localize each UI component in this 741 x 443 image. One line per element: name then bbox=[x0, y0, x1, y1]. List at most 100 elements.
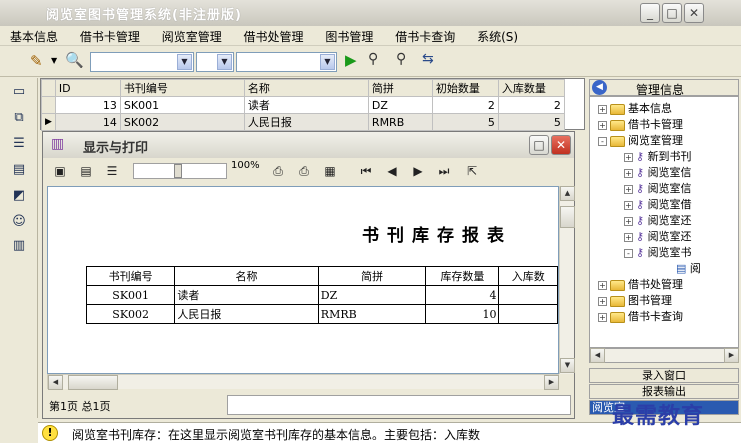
minimize-button[interactable]: _ bbox=[640, 3, 660, 23]
tree-node-card-query[interactable]: + 借书卡查询 bbox=[598, 309, 683, 325]
tree-node-room-info-2[interactable]: + ⚷ 阅览室信 bbox=[624, 181, 692, 197]
expand-icon[interactable]: + bbox=[598, 120, 607, 130]
col-header-in-qty[interactable]: 入库数量 bbox=[497, 79, 565, 97]
tree-node-lending[interactable]: + 借书处管理 bbox=[598, 277, 683, 293]
col-header-id[interactable]: ID bbox=[54, 79, 121, 97]
chevron-down-icon[interactable]: ▼ bbox=[177, 54, 192, 70]
expand-icon[interactable]: + bbox=[598, 296, 607, 306]
expand-icon[interactable]: + bbox=[624, 168, 633, 178]
tree-node-room-borrow[interactable]: + ⚷ 阅览室借 bbox=[624, 197, 692, 213]
expand-icon[interactable]: + bbox=[624, 200, 633, 210]
trash-icon[interactable]: ▥ bbox=[10, 238, 28, 254]
preview-icon[interactable]: ▤ bbox=[77, 163, 95, 180]
col-header-init-qty[interactable]: 初始数量 bbox=[431, 79, 499, 97]
tree-node-book-mgmt[interactable]: + 图书管理 bbox=[598, 293, 672, 309]
col-header-pinyin[interactable]: 简拼 bbox=[367, 79, 433, 97]
report-horizontal-scrollbar[interactable]: ◀ ▶ bbox=[47, 374, 559, 390]
page-view-icon[interactable]: ▣ bbox=[51, 163, 69, 180]
zoom-slider-thumb[interactable] bbox=[174, 164, 182, 178]
table-row[interactable]: 13 SK001 读者 DZ 2 2 bbox=[41, 96, 565, 114]
dialog-titlebar: ▥ 显示与打印 □ ✕ bbox=[43, 132, 574, 158]
current-row-indicator-icon: ▶ bbox=[41, 113, 56, 131]
run-query-icon[interactable]: ▶ bbox=[345, 51, 357, 69]
expand-icon[interactable]: + bbox=[598, 280, 607, 290]
menu-reading-room[interactable]: 阅览室管理 bbox=[152, 26, 230, 45]
info-icon: ! bbox=[42, 425, 58, 441]
scroll-left-icon[interactable]: ◀ bbox=[590, 348, 605, 363]
print-setup-icon[interactable]: ⎙ bbox=[269, 163, 287, 180]
zoom-slider[interactable] bbox=[133, 163, 227, 179]
tree-node-room-return-2[interactable]: + ⚷ 阅览室还 bbox=[624, 229, 692, 245]
tree-node-card-mgmt[interactable]: + 借书卡管理 bbox=[598, 117, 683, 133]
users-icon[interactable]: ☺ bbox=[10, 214, 28, 230]
window-icon[interactable]: ▭ bbox=[10, 84, 28, 100]
tree-node-room-return-1[interactable]: + ⚷ 阅览室还 bbox=[624, 213, 692, 229]
scroll-right-icon[interactable]: ▶ bbox=[544, 375, 559, 390]
collapse-icon[interactable]: - bbox=[598, 136, 607, 146]
col-header-name[interactable]: 名称 bbox=[243, 79, 369, 97]
tree-node-reading-room[interactable]: - 阅览室管理 bbox=[598, 133, 683, 149]
value-combo[interactable]: ▼ bbox=[236, 52, 337, 72]
scroll-left-icon[interactable]: ◀ bbox=[48, 375, 63, 390]
dialog-close-button[interactable]: ✕ bbox=[551, 135, 571, 155]
last-page-icon[interactable]: ⏭ bbox=[435, 163, 453, 180]
tree-node-room-books[interactable]: - ⚷ 阅览室书 bbox=[624, 245, 692, 261]
scroll-thumb[interactable] bbox=[560, 206, 575, 228]
printer-icon[interactable]: ⎙ bbox=[295, 163, 313, 180]
tree-node-room-info-1[interactable]: + ⚷ 阅览室信 bbox=[624, 165, 692, 181]
dialog-maximize-button[interactable]: □ bbox=[529, 135, 549, 155]
find-next-icon[interactable]: ⚲ bbox=[396, 51, 406, 67]
collapse-icon[interactable]: - bbox=[624, 248, 633, 258]
document-icon[interactable]: ▤ bbox=[10, 162, 28, 178]
exit-preview-icon[interactable]: ⇱ bbox=[463, 163, 481, 180]
report-vertical-scrollbar[interactable]: ▲ ▼ bbox=[559, 186, 575, 374]
search-icon[interactable]: 🔍 bbox=[65, 51, 84, 69]
close-button[interactable]: ✕ bbox=[684, 3, 704, 23]
first-page-icon[interactable]: ⏮ bbox=[357, 163, 375, 180]
menu-book-mgmt[interactable]: 图书管理 bbox=[315, 26, 381, 45]
menu-lending[interactable]: 借书处管理 bbox=[234, 26, 312, 45]
collapse-panel-icon[interactable]: ◀ bbox=[592, 80, 607, 95]
operator-combo[interactable]: ▼ bbox=[196, 52, 234, 72]
scroll-down-icon[interactable]: ▼ bbox=[560, 358, 575, 373]
prev-page-icon[interactable]: ◀ bbox=[383, 163, 401, 180]
table-row[interactable]: ▶ 14 SK002 人民日报 RMRB 5 5 bbox=[41, 113, 565, 131]
network-icon[interactable]: ⧉ bbox=[10, 110, 28, 126]
expand-icon[interactable]: + bbox=[598, 312, 607, 322]
next-page-icon[interactable]: ▶ bbox=[409, 163, 427, 180]
field-combo[interactable]: ▼ bbox=[90, 52, 194, 72]
dropdown-arrow-icon[interactable]: ▼ bbox=[51, 56, 57, 65]
list-view-icon[interactable]: ☰ bbox=[103, 163, 121, 180]
tree-node-basic-info[interactable]: + 基本信息 bbox=[598, 101, 672, 117]
tree-node-new-books[interactable]: + ⚷ 新到书刊 bbox=[624, 149, 692, 165]
export-icon[interactable]: ▦ bbox=[321, 163, 339, 180]
chevron-down-icon[interactable]: ▼ bbox=[217, 54, 232, 70]
expand-icon[interactable]: + bbox=[624, 184, 633, 194]
key-icon: ⚷ bbox=[636, 230, 645, 243]
maximize-button[interactable]: □ bbox=[662, 3, 682, 23]
refresh-icon[interactable]: ⇆ bbox=[422, 51, 434, 67]
menu-system[interactable]: 系统(S) bbox=[467, 26, 526, 45]
tree-node-room-books-child[interactable]: ▤ 阅 bbox=[676, 261, 701, 277]
hscroll-thumb[interactable] bbox=[68, 375, 118, 390]
list-icon[interactable]: ☰ bbox=[10, 136, 28, 152]
expand-icon[interactable]: + bbox=[624, 152, 633, 162]
pencil-icon[interactable]: ✎ bbox=[30, 52, 43, 70]
tab-report-output[interactable]: 报表输出 bbox=[589, 384, 739, 399]
expand-icon[interactable]: + bbox=[598, 104, 607, 114]
scroll-up-icon[interactable]: ▲ bbox=[560, 186, 575, 201]
tab-entry-window[interactable]: 录入窗口 bbox=[589, 368, 739, 383]
find-icon[interactable]: ⚲ bbox=[368, 51, 378, 67]
menu-card-query[interactable]: 借书卡查询 bbox=[385, 26, 463, 45]
col-header-code[interactable]: 书刊编号 bbox=[119, 79, 245, 97]
menu-basic-info[interactable]: 基本信息 bbox=[0, 26, 66, 45]
expand-icon[interactable]: + bbox=[624, 216, 633, 226]
tree-horizontal-scrollbar[interactable]: ◀ ▶ bbox=[589, 348, 739, 363]
menu-card-mgmt[interactable]: 借书卡管理 bbox=[70, 26, 148, 45]
table-row: SK001 读者 DZ 4 bbox=[85, 285, 558, 305]
chevron-down-icon[interactable]: ▼ bbox=[320, 54, 335, 70]
scroll-right-icon[interactable]: ▶ bbox=[724, 348, 739, 363]
expand-icon[interactable]: + bbox=[624, 232, 633, 242]
row-indicator-header bbox=[41, 79, 56, 97]
chart-icon[interactable]: ◩ bbox=[10, 188, 28, 204]
